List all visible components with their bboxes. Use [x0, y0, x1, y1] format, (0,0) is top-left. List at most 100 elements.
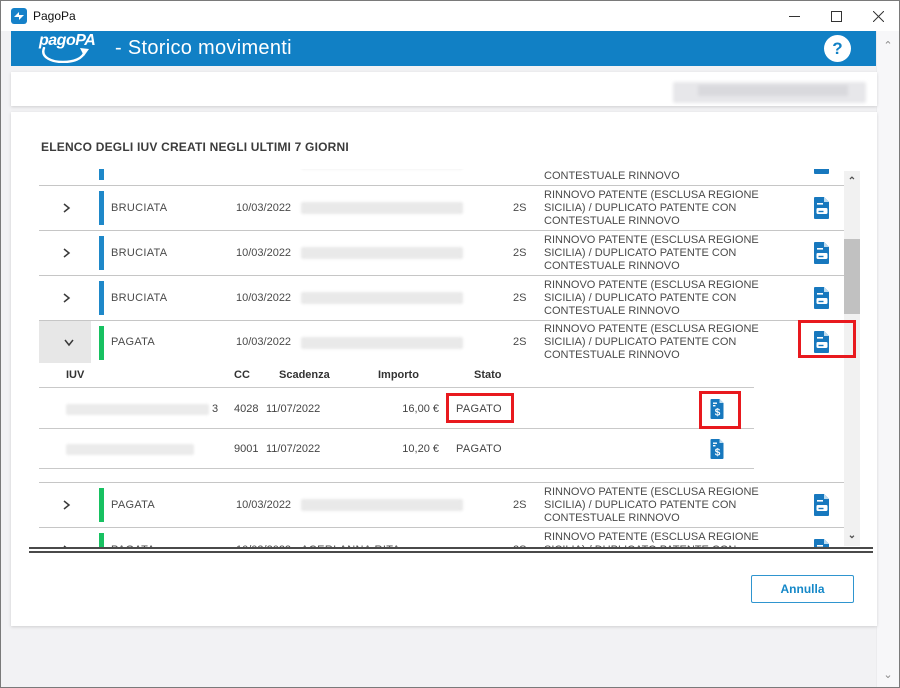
document-icon[interactable]: [809, 169, 835, 185]
row-description: RINNOVO PATENTE (ESCLUSA REGIONE SICILIA…: [544, 321, 802, 363]
detail-row: 3 4028 11/07/2022 16,00 € PAGATO $: [39, 389, 754, 429]
table-row[interactable]: PAGATA 10/03/2022 ACERI ANNA RITA 2S RIN…: [39, 528, 844, 547]
document-icon[interactable]: [809, 321, 835, 363]
importo-value: 16,00 €: [369, 389, 439, 428]
list-scrollbar[interactable]: ⌃ ⌄: [844, 171, 860, 546]
row-description: RINNOVO PATENTE (ESCLUSA REGIONE SICILIA…: [544, 483, 802, 527]
row-description: RINNOVO PATENTE (ESCLUSA REGIONE SICILIA…: [544, 231, 802, 275]
status-bar: [99, 326, 104, 360]
logo-swoosh-icon: [37, 47, 91, 68]
maximize-icon[interactable]: [815, 1, 857, 31]
document-icon[interactable]: [809, 276, 835, 320]
status-label: PAGATA: [111, 321, 155, 363]
service-code: 2S: [513, 528, 526, 547]
redacted-name: [301, 292, 463, 304]
window-scrollbar[interactable]: ⌃ ⌄: [876, 31, 899, 688]
app-header: pagoPA - Storico movimenti ?: [11, 31, 877, 66]
pagopa-app-icon: [11, 8, 27, 24]
svg-text:$: $: [714, 408, 720, 419]
receipt-dollar-icon[interactable]: $: [704, 437, 730, 461]
stato-value: PAGATO: [456, 429, 502, 468]
status-bar: [99, 191, 104, 225]
window-title: PagoPa: [33, 9, 76, 23]
col-header-scadenza: Scadenza: [279, 369, 330, 381]
status-label: BRUCIATA: [111, 276, 167, 320]
status-label: BRUCIATA: [111, 169, 167, 185]
redacted-name: [301, 247, 463, 259]
redacted-name: [301, 337, 463, 349]
document-icon[interactable]: [809, 231, 835, 275]
payer-name: ACERI ANNA RITA: [301, 528, 400, 547]
list-scroll-up-icon[interactable]: ⌃: [844, 176, 860, 187]
help-icon[interactable]: ?: [824, 35, 851, 62]
status-label: BRUCIATA: [111, 186, 167, 230]
chevron-right-icon[interactable]: [49, 186, 83, 230]
chevron-down-icon[interactable]: [57, 321, 81, 363]
row-date: 10/03/2022: [236, 169, 291, 185]
table-row[interactable]: PAGATA 10/03/2022 2S RINNOVO PATENTE (ES…: [39, 483, 844, 528]
minimize-icon[interactable]: [773, 1, 815, 31]
chevron-right-icon[interactable]: [49, 276, 83, 320]
status-bar: [99, 533, 104, 547]
cancel-button[interactable]: Annulla: [751, 575, 854, 603]
redacted-user-info: [673, 82, 866, 103]
col-header-cc: CC: [234, 369, 250, 381]
row-date: 10/03/2022: [236, 483, 291, 527]
status-bar: [99, 281, 104, 315]
title-bar: PagoPa: [1, 1, 899, 31]
service-code: 2S: [513, 483, 526, 527]
col-header-iuv: IUV: [66, 369, 84, 381]
col-header-stato: Stato: [474, 369, 502, 381]
importo-value: 10,20 €: [369, 429, 439, 468]
list-heading: ELENCO DEGLI IUV CREATI NEGLI ULTIMI 7 G…: [41, 140, 349, 154]
row-date: 10/03/2022: [236, 186, 291, 230]
list-scrollbar-thumb[interactable]: [844, 239, 860, 314]
row-description: RINNOVO PATENTE (ESCLUSA REGIONE SICILIA…: [544, 169, 802, 185]
table-row[interactable]: BRUCIATA 10/03/2022 2S RINNOVO PATENTE (…: [39, 169, 844, 186]
iuv-detail-table: IUV CC Scadenza Importo Stato 3 4028 11/…: [39, 363, 844, 483]
redacted-iuv: [66, 444, 194, 455]
chevron-right-icon[interactable]: [49, 483, 83, 527]
service-code: 2S: [513, 321, 526, 363]
service-code: 2S: [513, 231, 526, 275]
iuv-suffix: 3: [212, 389, 218, 428]
row-date: 10/03/2022: [236, 528, 291, 547]
pagopa-logo: pagoPA: [37, 34, 99, 64]
scadenza-value: 11/07/2022: [266, 429, 320, 468]
status-label: PAGATA: [111, 483, 155, 527]
status-bar: [99, 488, 104, 522]
user-info-strip: [11, 72, 877, 106]
expanded-chevron-cell[interactable]: [39, 321, 91, 363]
receipt-dollar-icon[interactable]: $: [704, 397, 730, 421]
close-icon[interactable]: [857, 1, 899, 31]
status-bar: [99, 236, 104, 270]
table-row[interactable]: BRUCIATA 10/03/2022 2S RINNOVO PATENTE (…: [39, 186, 844, 231]
document-icon[interactable]: [809, 528, 835, 547]
list-scroll-down-icon[interactable]: ⌄: [844, 530, 860, 541]
chevron-right-icon[interactable]: [49, 528, 83, 547]
chevron-right-icon[interactable]: [49, 231, 83, 275]
document-icon[interactable]: [809, 483, 835, 527]
table-row-expanded[interactable]: PAGATA 10/03/2022 2S RINNOVO PATENTE (ES…: [39, 321, 844, 363]
row-description: RINNOVO PATENTE (ESCLUSA REGIONE SICILIA…: [544, 186, 802, 230]
table-row[interactable]: BRUCIATA 10/03/2022 2S RINNOVO PATENTE (…: [39, 276, 844, 321]
redacted-name: [301, 202, 463, 214]
scroll-down-icon[interactable]: ⌄: [877, 668, 899, 681]
list-bottom-border: [29, 547, 873, 553]
table-row[interactable]: BRUCIATA 10/03/2022 2S RINNOVO PATENTE (…: [39, 231, 844, 276]
cc-value: 4028: [234, 389, 258, 428]
chevron-right-icon[interactable]: [49, 169, 83, 185]
cc-value: 9001: [234, 429, 258, 468]
service-code: 2S: [513, 169, 526, 185]
status-label: PAGATA: [111, 528, 155, 547]
row-date: 10/03/2022: [236, 321, 291, 363]
scroll-up-icon[interactable]: ⌃: [877, 39, 899, 52]
service-code: 2S: [513, 276, 526, 320]
row-description: RINNOVO PATENTE (ESCLUSA REGIONE SICILIA…: [544, 276, 802, 320]
status-bar: [99, 169, 104, 180]
app-window: PagoPa pagoPA - Storico movimenti ? ⌃ ⌄: [0, 0, 900, 688]
scadenza-value: 11/07/2022: [266, 389, 320, 428]
row-description: RINNOVO PATENTE (ESCLUSA REGIONE SICILIA…: [544, 528, 802, 547]
document-icon[interactable]: [809, 186, 835, 230]
page-title: - Storico movimenti: [115, 37, 292, 60]
